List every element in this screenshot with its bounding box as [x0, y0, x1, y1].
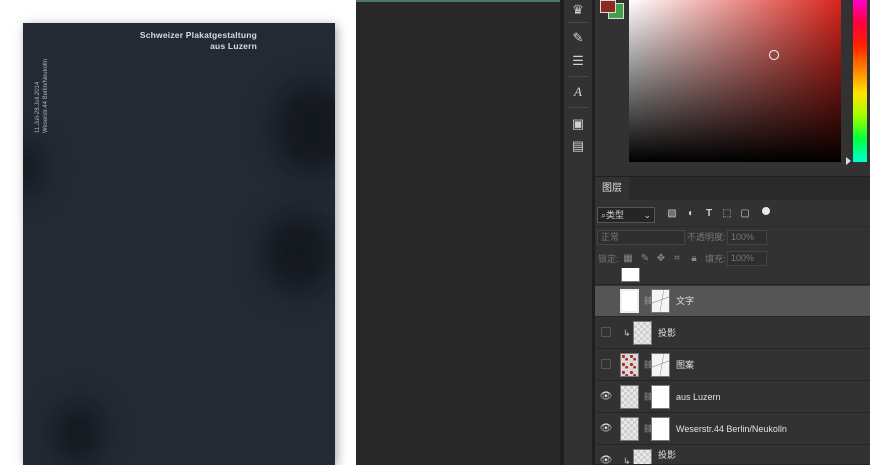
- lock-transparent-icon[interactable]: ▦: [622, 252, 634, 266]
- poster-title-line: aus Luzern: [210, 41, 257, 51]
- blend-mode-select[interactable]: 正常: [597, 230, 685, 245]
- layer-thumbnail: [620, 417, 639, 441]
- color-picker-field[interactable]: [629, 0, 841, 162]
- opacity-input[interactable]: 100%: [727, 230, 767, 245]
- panel-tools-column: ♛ ✎ ☰ A ▣ ▤: [564, 0, 592, 465]
- shadow-blob: [53, 403, 103, 463]
- filter-label: 类型: [606, 210, 625, 220]
- layer-name: aus Luzern: [676, 392, 721, 402]
- poster-vertical-text: 11.Juli-28.Juli.2014 Weserstr.44 Berlin/…: [34, 59, 50, 133]
- poster-artwork[interactable]: Schweizer Plakatgestaltung aus Luzern 11…: [23, 23, 335, 465]
- chevron-down-icon: ⌄: [643, 210, 651, 220]
- fill-input[interactable]: 100%: [727, 251, 767, 266]
- layer-filter-select[interactable]: ⌕类型 ⌄: [597, 207, 655, 223]
- visibility-toggle[interactable]: [601, 359, 611, 369]
- lock-artboard-icon[interactable]: ⌗: [671, 252, 683, 266]
- lock-label: 锁定:: [598, 254, 619, 264]
- poster-title-line: Schweizer Plakatgestaltung: [139, 30, 257, 40]
- link-icon: ⛓: [643, 424, 654, 433]
- layer-mask-thumbnail: [651, 385, 670, 409]
- glyph-icon[interactable]: A: [567, 82, 589, 102]
- layer-thumbnail: [620, 385, 639, 409]
- visibility-toggle[interactable]: [601, 327, 611, 337]
- image-filter-icon[interactable]: ▧: [665, 207, 679, 221]
- lock-pixels-icon[interactable]: ✎: [639, 252, 651, 266]
- layer-name: Weserstr.44 Berlin/Neukolln: [676, 424, 787, 434]
- link-icon: ⛓: [643, 360, 654, 369]
- layer-row[interactable]: 👁︎ ⛓ aus Luzern: [595, 382, 870, 413]
- shadow-blob: [23, 143, 43, 193]
- link-icon: ⛓: [643, 392, 654, 401]
- canvas-edge: [355, 0, 560, 2]
- layer-row[interactable]: 👁︎ ⛓ Weserstr.44 Berlin/Neukolln: [595, 414, 870, 445]
- type-filter-icon[interactable]: T: [702, 207, 716, 221]
- crown-tool-icon[interactable]: ♛: [567, 0, 589, 20]
- hue-slider[interactable]: [853, 0, 867, 162]
- divider: [568, 107, 588, 108]
- sliders-icon[interactable]: ☰: [567, 51, 589, 71]
- blend-mode-value: 正常: [601, 232, 620, 242]
- layers-tabbar: [595, 176, 870, 200]
- layer-thumbnail: [621, 268, 640, 282]
- layer-row[interactable]: ↳ 投影: [595, 318, 870, 349]
- lock-all-icon[interactable]: 🔒︎: [688, 252, 700, 266]
- poster-title: Schweizer Plakatgestaltung aus Luzern: [140, 30, 257, 52]
- layer-mask-thumbnail: [651, 417, 670, 441]
- opacity-label: 不透明度:: [687, 232, 726, 242]
- layer-thumbnail: [620, 289, 639, 313]
- layer-mask-thumbnail: [651, 353, 670, 377]
- fill-label: 填充:: [705, 254, 726, 264]
- foreground-color-swatch[interactable]: [600, 0, 616, 13]
- layer-mask-thumbnail: [651, 289, 670, 313]
- layer-thumbnail: [633, 321, 652, 345]
- filter-toggle[interactable]: [762, 207, 770, 215]
- link-icon: ⛓: [643, 296, 654, 305]
- layer-row[interactable]: ⛓ 图案: [595, 350, 870, 381]
- eye-icon[interactable]: 👁︎: [599, 391, 613, 403]
- brush-icon[interactable]: ✎: [567, 28, 589, 48]
- layer-thumbnail: [620, 353, 639, 377]
- layer-name: 投影: [658, 328, 677, 338]
- eye-icon[interactable]: 👁︎: [599, 423, 613, 435]
- eye-icon[interactable]: 👁︎: [599, 455, 613, 464]
- shadow-blob: [273, 83, 335, 173]
- tab-layers[interactable]: 图层: [595, 177, 629, 200]
- shape-filter-icon[interactable]: ⬚: [720, 207, 734, 221]
- layer-name: 图案: [676, 360, 695, 370]
- lock-position-icon[interactable]: ✥: [655, 252, 667, 266]
- notes-icon[interactable]: ▤: [567, 136, 589, 156]
- poster-dates: 11.Juli-28.Juli.2014: [35, 81, 41, 133]
- smart-object-filter-icon[interactable]: ▢: [738, 207, 752, 221]
- clipping-arrow-icon: ↳: [623, 456, 631, 465]
- clipping-arrow-icon: ↳: [623, 328, 631, 338]
- poster-address: Weserstr.44 Berlin/Neukolln: [43, 59, 49, 133]
- layer-name: 文字: [676, 296, 695, 306]
- adjustment-filter-icon[interactable]: ◐: [684, 207, 698, 221]
- layer-row-selected[interactable]: ⛓ 文字: [595, 286, 870, 317]
- divider: [568, 76, 588, 77]
- properties-icon[interactable]: ▣: [567, 114, 589, 134]
- color-picker-cursor[interactable]: [769, 50, 779, 60]
- layer-row[interactable]: 👁︎ ↳ 投影: [595, 446, 870, 465]
- layer-thumbnail: [633, 449, 652, 464]
- hue-slider-handle[interactable]: [846, 157, 851, 165]
- layer-row[interactable]: [595, 268, 870, 285]
- divider: [568, 22, 588, 23]
- shadow-blob: [263, 213, 333, 293]
- layer-name: 投影: [658, 450, 677, 460]
- visibility-toggle[interactable]: [601, 295, 611, 305]
